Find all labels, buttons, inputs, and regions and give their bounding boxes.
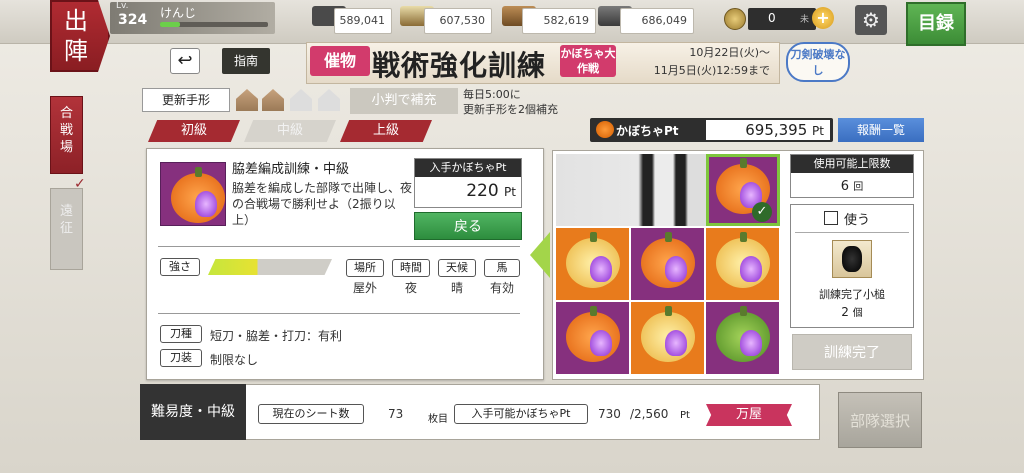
available-points-value: 730 — [598, 407, 621, 421]
sheet-cell[interactable] — [706, 228, 779, 300]
battlefield-label: 合戦場 — [59, 106, 73, 155]
equip-label: 刀装 — [160, 349, 202, 367]
available-points-total: /2,560 — [630, 407, 669, 421]
points-value: 695,395 Pt — [706, 120, 830, 140]
available-points-label: 入手可能かぼちゃPt — [454, 404, 588, 424]
resource-steel: 607,530 — [424, 8, 492, 34]
battlefield-tab[interactable]: 合戦場 — [50, 96, 83, 174]
difficulty-label: 難易度・中級 — [140, 384, 246, 440]
catalog-button[interactable]: 目録 — [906, 2, 966, 46]
sheet-count-label: 現在のシート数 — [258, 404, 364, 424]
event-period-end: 11月5日(火)12:59まで — [653, 64, 770, 77]
item-name: 訓練完了小槌 — [819, 288, 885, 301]
stage-description: 脇差を編成した部隊で出陣し、夜の合戦場で勝利せよ（2振り以上） — [232, 181, 413, 227]
expedition-tab[interactable]: 遠征 — [50, 188, 83, 270]
sheet-cell[interactable] — [706, 302, 779, 374]
use-checkbox[interactable] — [824, 211, 838, 225]
mallet-head — [842, 246, 862, 272]
points-number: 695,395 — [745, 121, 808, 139]
player-level: 324 — [118, 12, 148, 28]
condition-time-value: 夜 — [404, 281, 417, 295]
rewards-list-button[interactable]: 報酬一覧 — [838, 118, 924, 142]
points-unit: Pt — [812, 124, 824, 138]
resource-charcoal: 589,041 — [334, 8, 392, 34]
back-button[interactable]: 戻る — [414, 212, 522, 240]
level-label: Lv. — [116, 1, 129, 11]
add-coin-button[interactable]: + — [812, 7, 834, 29]
use-label: 使う — [844, 213, 871, 228]
refresh-note: 毎日5:00に — [463, 88, 521, 101]
strength-bar — [208, 259, 332, 275]
event-tag: 催物 — [310, 46, 370, 76]
item-count-unit: 個 — [852, 308, 863, 319]
coin-icon — [724, 8, 746, 30]
divider — [158, 246, 520, 247]
available-points-unit: Pt — [680, 410, 690, 421]
sheet-cell[interactable] — [631, 228, 704, 300]
condition-horse-label: 馬 — [484, 259, 520, 277]
event-period-start: 10月22日(火)〜 — [689, 46, 770, 59]
revealed-image — [556, 154, 706, 226]
divider — [795, 232, 909, 233]
coin-unit: 未 — [800, 15, 810, 25]
condition-location-label: 場所 — [346, 259, 384, 277]
refresh-note: 更新手形を2個補充 — [463, 103, 558, 116]
points-label: かぼちゃPt — [616, 124, 679, 138]
reward-unit: Pt — [504, 185, 516, 199]
reward-label: 入手かぼちゃPt — [415, 159, 521, 177]
resource-whetstone: 686,049 — [620, 8, 694, 34]
squad-select-button[interactable]: 部隊選択 — [838, 392, 922, 448]
deploy-button[interactable]: 出陣 — [50, 0, 110, 72]
event-subtitle: かぼちゃ大作戦 — [560, 45, 616, 77]
tab-advanced[interactable]: 上級 — [340, 120, 432, 142]
item-count-number: 2 — [841, 305, 849, 319]
pumpkin-icon — [596, 121, 614, 138]
deploy-label: 出陣 — [64, 7, 88, 65]
sheet-cell[interactable] — [631, 302, 704, 374]
refill-button[interactable]: 小判で補充 — [350, 88, 458, 114]
reward-value: 220 Pt — [420, 181, 516, 201]
sheet-count-value: 73 — [388, 407, 404, 421]
reward-number: 220 — [466, 181, 499, 201]
player-name: けんじ — [160, 6, 197, 20]
use-limit-value: 6 回 — [792, 178, 912, 194]
sword-break-badge: 刀剣破壊なし — [786, 42, 850, 82]
condition-time-label: 時間 — [392, 259, 430, 277]
equip-value: 制限なし — [210, 353, 259, 367]
condition-horse-value: 有効 — [489, 281, 514, 295]
sheet-cell[interactable] — [556, 302, 629, 374]
guide-button[interactable]: 指南 — [222, 48, 270, 74]
tab-beginner[interactable]: 初級 — [148, 120, 240, 142]
event-title: 戦術強化訓練 — [372, 49, 547, 82]
tab-intermediate[interactable]: 中級 — [244, 120, 336, 142]
gear-icon[interactable]: ⚙ — [855, 5, 887, 35]
coin-value: 0 — [768, 11, 776, 25]
sheet-cell[interactable] — [556, 228, 629, 300]
stage-pumpkin-icon — [160, 162, 226, 226]
exp-bar-fill — [160, 22, 180, 27]
stage-title: 脇差編成訓練・中級 — [232, 162, 350, 177]
use-limit-number: 6 — [840, 179, 850, 194]
complete-training-button[interactable]: 訓練完了 — [792, 334, 912, 370]
shop-button[interactable]: 万屋 — [706, 404, 792, 426]
sword-type-label: 刀種 — [160, 325, 202, 343]
strength-label: 強さ — [160, 258, 200, 276]
condition-location-value: 屋外 — [352, 281, 377, 295]
sword-type-value: 短刀・脇差・打刀：有利 — [210, 329, 343, 343]
resource-coolant: 582,619 — [522, 8, 596, 34]
check-icon: ✓ — [752, 202, 772, 222]
use-limit-unit: 回 — [853, 182, 864, 193]
refresh-ticket-label: 更新手形 — [142, 88, 230, 112]
use-limit-label: 使用可能上限数 — [791, 155, 913, 173]
expedition-label: 遠征 — [59, 204, 73, 236]
divider — [158, 313, 520, 314]
condition-weather-label: 天候 — [438, 259, 476, 277]
item-count: 2 個 — [790, 304, 914, 319]
condition-weather-value: 晴 — [450, 281, 463, 295]
back-arrow-button[interactable]: ↩ — [170, 48, 200, 74]
sheet-count-unit: 枚目 — [428, 414, 448, 425]
